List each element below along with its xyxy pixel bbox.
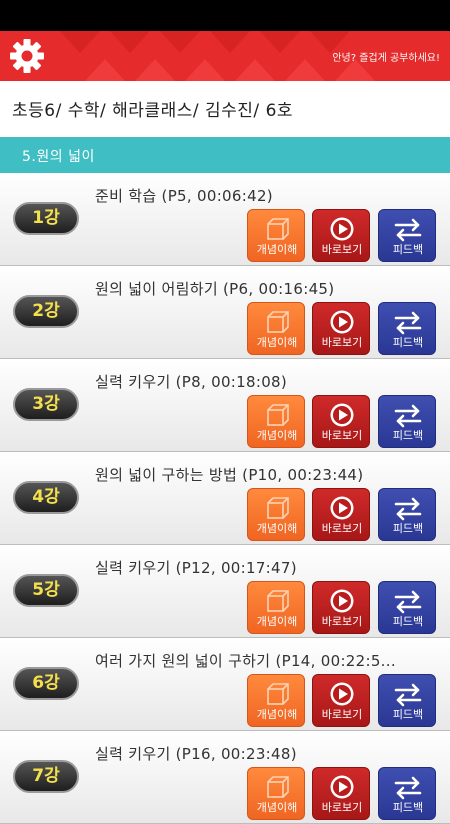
cube-icon bbox=[267, 404, 289, 426]
lecture-title: 실력 키우기 (P12, 00:17:47) bbox=[95, 559, 297, 577]
feedback-button[interactable]: 피드백 bbox=[378, 488, 436, 541]
play-button[interactable]: 바로보기 bbox=[312, 767, 370, 820]
feedback-button[interactable]: 피드백 bbox=[378, 674, 436, 727]
play-circle-icon bbox=[330, 775, 354, 799]
lecture-number-badge: 6강 bbox=[13, 667, 79, 700]
play-button[interactable]: 바로보기 bbox=[312, 209, 370, 262]
swap-arrows-icon bbox=[394, 497, 422, 521]
lecture-number-badge: 3강 bbox=[13, 388, 79, 421]
feedback-button[interactable]: 피드백 bbox=[378, 395, 436, 448]
concept-button[interactable]: 개념이해 bbox=[247, 767, 305, 820]
feedback-button-label: 피드백 bbox=[392, 522, 424, 535]
play-button[interactable]: 바로보기 bbox=[312, 395, 370, 448]
concept-button-label: 개념이해 bbox=[256, 336, 298, 349]
lecture-list: 1강 준비 학습 (P5, 00:06:42) 개념이해 바로보기 피드백 2강… bbox=[0, 173, 450, 824]
cube-icon bbox=[267, 497, 289, 519]
breadcrumb-class[interactable]: 해라클래스/ bbox=[112, 101, 199, 121]
swap-arrows-icon bbox=[394, 404, 422, 428]
lecture-row: 2강 원의 넓이 어림하기 (P6, 00:16:45) 개념이해 바로보기 피… bbox=[0, 266, 450, 359]
breadcrumb-subject[interactable]: 수학/ bbox=[68, 101, 107, 121]
concept-button-label: 개념이해 bbox=[256, 708, 298, 721]
play-circle-icon bbox=[330, 217, 354, 241]
play-button-label: 바로보기 bbox=[321, 801, 363, 814]
lecture-title: 준비 학습 (P5, 00:06:42) bbox=[95, 187, 273, 205]
feedback-button[interactable]: 피드백 bbox=[378, 581, 436, 634]
play-circle-icon bbox=[330, 310, 354, 334]
feedback-button-label: 피드백 bbox=[392, 336, 424, 349]
play-button[interactable]: 바로보기 bbox=[312, 488, 370, 541]
feedback-button[interactable]: 피드백 bbox=[378, 209, 436, 262]
play-button-label: 바로보기 bbox=[321, 336, 363, 349]
app-header: 안녕? 즐겁게 공부하세요! bbox=[0, 31, 450, 81]
lecture-number-badge: 1강 bbox=[13, 202, 79, 235]
feedback-button-label: 피드백 bbox=[392, 429, 424, 442]
breadcrumb-grade[interactable]: 초등6/ bbox=[12, 101, 62, 121]
play-button[interactable]: 바로보기 bbox=[312, 674, 370, 727]
greeting-text: 안녕? 즐겁게 공부하세요! bbox=[332, 53, 440, 64]
lecture-title: 원의 넓이 어림하기 (P6, 00:16:45) bbox=[95, 280, 335, 298]
play-button-label: 바로보기 bbox=[321, 615, 363, 628]
lecture-title: 원의 넓이 구하는 방법 (P10, 00:23:44) bbox=[95, 466, 364, 484]
swap-arrows-icon bbox=[394, 683, 422, 707]
play-button-label: 바로보기 bbox=[321, 708, 363, 721]
lecture-title: 여러 가지 원의 넓이 구하기 (P14, 00:22:5... bbox=[95, 652, 396, 670]
lecture-row: 5강 실력 키우기 (P12, 00:17:47) 개념이해 바로보기 피드백 bbox=[0, 545, 450, 638]
swap-arrows-icon bbox=[394, 311, 422, 335]
feedback-button[interactable]: 피드백 bbox=[378, 302, 436, 355]
breadcrumb-volume[interactable]: 6호 bbox=[266, 101, 293, 121]
play-button-label: 바로보기 bbox=[321, 243, 363, 256]
lecture-row: 6강 여러 가지 원의 넓이 구하기 (P14, 00:22:5... 개념이해… bbox=[0, 638, 450, 731]
cube-icon bbox=[267, 590, 289, 612]
concept-button[interactable]: 개념이해 bbox=[247, 674, 305, 727]
cube-icon bbox=[267, 311, 289, 333]
concept-button-label: 개념이해 bbox=[256, 615, 298, 628]
section-header: 5.원의 넓이 bbox=[0, 137, 450, 173]
cube-icon bbox=[267, 218, 289, 240]
lecture-row: 4강 원의 넓이 구하는 방법 (P10, 00:23:44) 개념이해 바로보… bbox=[0, 452, 450, 545]
lecture-row: 3강 실력 키우기 (P8, 00:18:08) 개념이해 바로보기 피드백 bbox=[0, 359, 450, 452]
lecture-number-badge: 5강 bbox=[13, 574, 79, 607]
concept-button[interactable]: 개념이해 bbox=[247, 581, 305, 634]
lecture-title: 실력 키우기 (P16, 00:23:48) bbox=[95, 745, 297, 763]
concept-button[interactable]: 개념이해 bbox=[247, 395, 305, 448]
swap-arrows-icon bbox=[394, 218, 422, 242]
play-button-label: 바로보기 bbox=[321, 429, 363, 442]
lecture-number-badge: 4강 bbox=[13, 481, 79, 514]
concept-button[interactable]: 개념이해 bbox=[247, 488, 305, 541]
play-button[interactable]: 바로보기 bbox=[312, 302, 370, 355]
feedback-button[interactable]: 피드백 bbox=[378, 767, 436, 820]
breadcrumb: 초등6/ 수학/ 해라클래스/ 김수진/ 6호 bbox=[0, 81, 450, 137]
play-circle-icon bbox=[330, 589, 354, 613]
status-bar bbox=[0, 0, 450, 31]
feedback-button-label: 피드백 bbox=[392, 243, 424, 256]
play-button[interactable]: 바로보기 bbox=[312, 581, 370, 634]
lecture-row: 1강 준비 학습 (P5, 00:06:42) 개념이해 바로보기 피드백 bbox=[0, 173, 450, 266]
section-title: 5.원의 넓이 bbox=[22, 149, 95, 165]
concept-button[interactable]: 개념이해 bbox=[247, 302, 305, 355]
feedback-button-label: 피드백 bbox=[392, 801, 424, 814]
play-circle-icon bbox=[330, 403, 354, 427]
lecture-row: 7강 실력 키우기 (P16, 00:23:48) 개념이해 바로보기 피드백 bbox=[0, 731, 450, 824]
play-circle-icon bbox=[330, 682, 354, 706]
cube-icon bbox=[267, 683, 289, 705]
gear-icon[interactable] bbox=[9, 38, 45, 74]
play-button-label: 바로보기 bbox=[321, 522, 363, 535]
concept-button-label: 개념이해 bbox=[256, 801, 298, 814]
concept-button[interactable]: 개념이해 bbox=[247, 209, 305, 262]
concept-button-label: 개념이해 bbox=[256, 522, 298, 535]
feedback-button-label: 피드백 bbox=[392, 615, 424, 628]
cube-icon bbox=[267, 776, 289, 798]
play-circle-icon bbox=[330, 496, 354, 520]
feedback-button-label: 피드백 bbox=[392, 708, 424, 721]
breadcrumb-student[interactable]: 김수진/ bbox=[205, 101, 260, 121]
lecture-title: 실력 키우기 (P8, 00:18:08) bbox=[95, 373, 288, 391]
swap-arrows-icon bbox=[394, 776, 422, 800]
concept-button-label: 개념이해 bbox=[256, 243, 298, 256]
swap-arrows-icon bbox=[394, 590, 422, 614]
concept-button-label: 개념이해 bbox=[256, 429, 298, 442]
lecture-number-badge: 7강 bbox=[13, 760, 79, 793]
lecture-number-badge: 2강 bbox=[13, 295, 79, 328]
